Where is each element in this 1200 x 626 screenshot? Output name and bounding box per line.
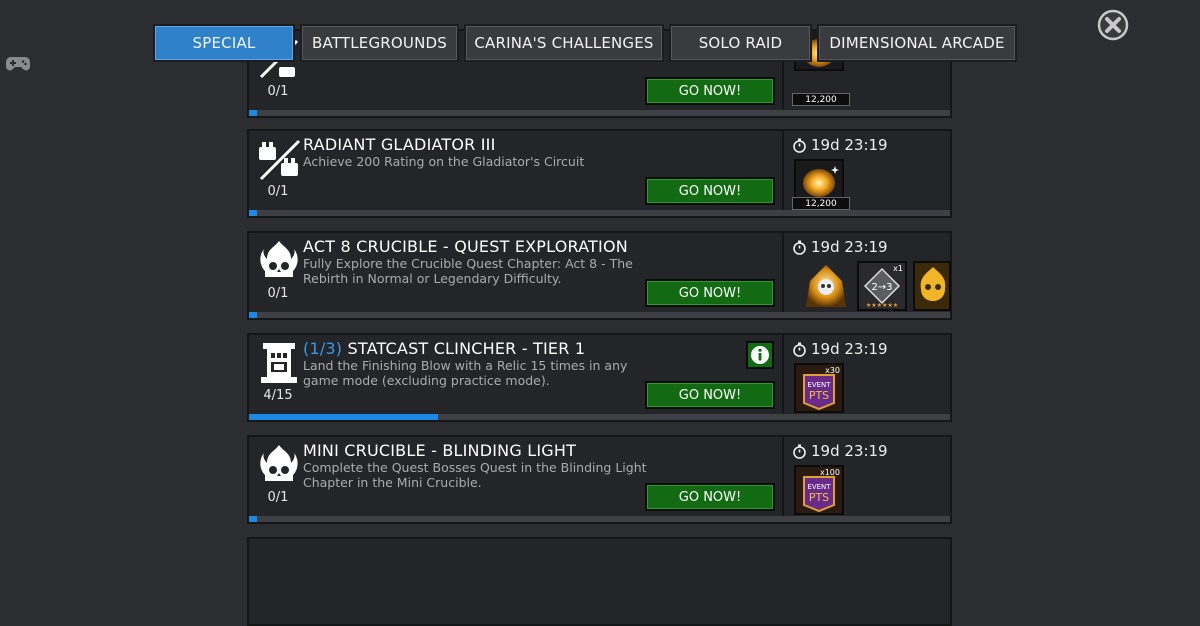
- quest-title: (1/3) STATCAST CLINCHER - TIER 1: [303, 339, 585, 358]
- svg-text:PTS: PTS: [809, 389, 829, 402]
- reward-panel: 19d 23:19 12,200: [782, 131, 952, 216]
- quest-description: Complete the Quest Bosses Quest in the B…: [303, 460, 647, 490]
- go-now-button[interactable]: GO NOW!: [645, 381, 775, 409]
- tab-dimensional-arcade[interactable]: DIMENSIONAL ARCADE: [817, 24, 1017, 62]
- svg-text:EVENT: EVENT: [807, 483, 831, 491]
- quest-info: 0/1 RADIANT GLADIATOR III Achieve 200 Ra…: [249, 131, 782, 216]
- progress-count: 0/1: [267, 184, 289, 199]
- progress-bar: [249, 110, 950, 116]
- progress-bar: [249, 210, 950, 216]
- tab-bar: SPECIAL BATTLEGROUNDS CARINA'S CHALLENGE…: [153, 24, 1017, 62]
- timer: 19d 23:19: [792, 238, 888, 256]
- stopwatch-icon: [793, 240, 806, 255]
- reward-panel: 19d 23:19 EVENT PTS x30: [782, 335, 952, 420]
- svg-text:PTS: PTS: [809, 491, 829, 504]
- quest-card: [247, 537, 952, 626]
- timer: 19d 23:19: [792, 136, 888, 154]
- tab-special[interactable]: SPECIAL: [153, 24, 295, 62]
- progress-count: 0/1: [267, 490, 289, 505]
- quest-title: RADIANT GLADIATOR III: [303, 135, 496, 154]
- svg-text:2→3: 2→3: [871, 282, 892, 293]
- quest-card: 4/15 (1/3) STATCAST CLINCHER - TIER 1 La…: [247, 333, 952, 422]
- svg-text:★★★★★★: ★★★★★★: [866, 302, 898, 309]
- tab-carinas-challenges[interactable]: CARINA'S CHALLENGES: [464, 24, 664, 62]
- go-now-button[interactable]: GO NOW!: [645, 177, 775, 205]
- gamepad-icon[interactable]: [6, 55, 30, 73]
- info-icon: [751, 346, 769, 364]
- quest-title: MINI CRUCIBLE - BLINDING LIGHT: [303, 441, 577, 460]
- timer: 19d 23:19: [792, 442, 888, 460]
- tab-solo-raid[interactable]: SOLO RAID: [669, 24, 812, 62]
- event-pts-icon[interactable]: EVENT PTS x100: [794, 465, 844, 515]
- quest-description: Achieve 200 Rating on the Gladiator's Ci…: [303, 154, 585, 169]
- quest-info: 0/1 MINI CRUCIBLE - BLINDING LIGHT Compl…: [249, 437, 782, 522]
- reward-quantity: 12,200: [792, 93, 850, 106]
- go-now-button[interactable]: GO NOW!: [645, 77, 775, 105]
- reward-badge: x30: [825, 366, 840, 375]
- quest-description: Land the Finishing Blow with a Relic 15 …: [303, 358, 628, 388]
- event-pts-icon[interactable]: EVENT PTS x30: [794, 363, 844, 413]
- quest-card: 0/1 RADIANT GLADIATOR III Achieve 200 Ra…: [247, 129, 952, 218]
- progress-count: 0/1: [267, 286, 289, 301]
- quest-info: 0/1 ACT 8 CRUCIBLE - QUEST EXPLORATION F…: [249, 233, 782, 318]
- quest-title-text: STATCAST CLINCHER - TIER 1: [347, 339, 586, 358]
- reward-badge: x1: [893, 264, 903, 273]
- rank-up-gem-icon[interactable]: 2→3 ★★★★★★ x1: [857, 261, 907, 311]
- close-icon[interactable]: [1097, 9, 1129, 41]
- stopwatch-icon: [793, 138, 806, 153]
- quest-card: 0/1 ACT 8 CRUCIBLE - QUEST EXPLORATION F…: [247, 231, 952, 320]
- gold-crystal-icon[interactable]: [800, 261, 852, 313]
- timer: 19d 23:19: [792, 340, 888, 358]
- reward-panel: 19d 23:19 2→3 ★★★★★★ x1: [782, 233, 952, 318]
- progress-count: 0/1: [267, 84, 289, 99]
- timer-text: 19d 23:19: [811, 340, 888, 358]
- info-button[interactable]: [746, 341, 774, 369]
- quest-card: 0/1 MINI CRUCIBLE - BLINDING LIGHT Compl…: [247, 435, 952, 524]
- relic-tower-icon: [261, 343, 297, 383]
- stopwatch-icon: [793, 342, 806, 357]
- reward-panel: 19d 23:19 EVENT PTS x100: [782, 437, 952, 522]
- tier-progress: (1/3): [303, 339, 343, 358]
- timer-text: 19d 23:19: [811, 442, 888, 460]
- svg-text:EVENT: EVENT: [807, 381, 831, 389]
- progress-bar: [249, 414, 950, 420]
- go-now-button[interactable]: GO NOW!: [645, 279, 775, 307]
- stopwatch-icon: [793, 444, 806, 459]
- progress-bar: [249, 516, 950, 522]
- flaming-skull-icon: [260, 445, 298, 481]
- gold-skull-icon[interactable]: [913, 261, 951, 311]
- tab-battlegrounds[interactable]: BATTLEGROUNDS: [300, 24, 459, 62]
- progress-bar: [249, 312, 950, 318]
- reward-quantity: 12,200: [792, 197, 850, 210]
- go-now-button[interactable]: GO NOW!: [645, 483, 775, 511]
- reward-badge: x100: [819, 468, 840, 477]
- quest-info: 4/15 (1/3) STATCAST CLINCHER - TIER 1 La…: [249, 335, 782, 420]
- timer-text: 19d 23:19: [811, 238, 888, 256]
- flaming-skull-icon: [260, 241, 298, 277]
- gladiator-icon: [259, 139, 301, 181]
- quest-title: ACT 8 CRUCIBLE - QUEST EXPLORATION: [303, 237, 628, 256]
- progress-count: 4/15: [263, 388, 293, 403]
- quest-description: Fully Explore the Crucible Quest Chapter…: [303, 256, 633, 286]
- timer-text: 19d 23:19: [811, 136, 888, 154]
